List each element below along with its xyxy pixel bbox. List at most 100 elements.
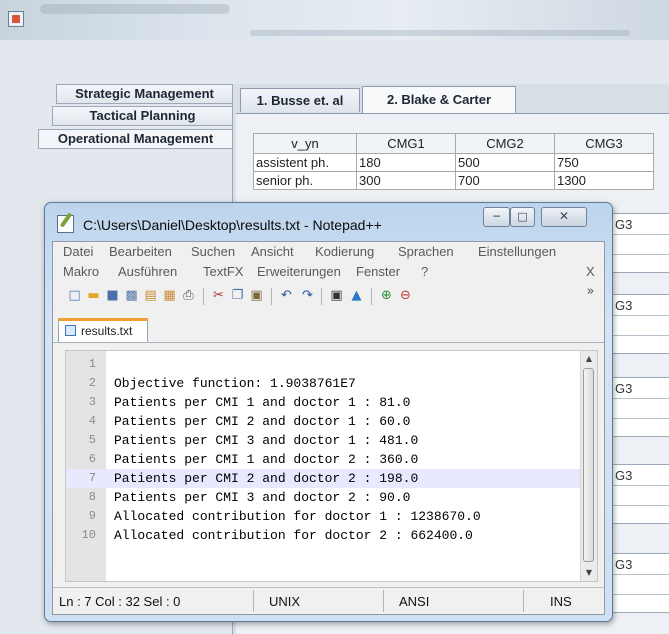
menu-einstellungen[interactable]: Einstellungen xyxy=(478,244,556,259)
tab-blake-carter[interactable]: 2. Blake & Carter xyxy=(362,86,516,114)
table-cell[interactable]: 700 xyxy=(455,171,555,190)
menu-datei[interactable]: Datei xyxy=(63,244,93,259)
vertical-scrollbar[interactable]: ▲ ▼ xyxy=(580,351,597,581)
background-table-label: G3 xyxy=(615,298,633,313)
text-editor[interactable]: 1 2 Objective function: 1.9038761E7 3 Pati… xyxy=(65,350,598,582)
menu-bearbeiten[interactable]: Bearbeiten xyxy=(109,244,172,259)
replace-icon[interactable]: ▲ xyxy=(349,288,364,303)
line-text: Patients per CMI 2 and doctor 1 : 60.0 xyxy=(114,414,411,429)
tab-busse-et-al[interactable]: 1. Busse et. al xyxy=(240,88,360,112)
tab-operational-management[interactable]: Operational Management xyxy=(38,129,232,149)
line-number: 2 xyxy=(88,376,96,390)
line-number: 8 xyxy=(88,490,96,504)
line-number: 6 xyxy=(88,452,96,466)
redo-icon[interactable]: ↷ xyxy=(300,288,315,303)
line-number: 1 xyxy=(88,357,96,371)
open-file-icon[interactable]: ▬ xyxy=(86,288,101,303)
new-file-icon[interactable]: □ xyxy=(67,288,82,303)
menu-kodierung[interactable]: Kodierung xyxy=(315,244,374,259)
blurred-title-gradient xyxy=(250,30,630,36)
cursor-position: Ln : 7 Col : 32 Sel : 0 xyxy=(59,594,181,609)
editor-line: 10 Allocated contribution for doctor 2 : … xyxy=(66,526,580,545)
save-all-icon[interactable]: ▩ xyxy=(124,288,139,303)
table-cell[interactable]: 180 xyxy=(356,153,456,172)
menu-bar: Datei Bearbeiten Suchen Ansicht Kodierun… xyxy=(53,242,604,282)
toolbar-separator xyxy=(321,288,322,305)
status-divider xyxy=(523,590,524,612)
table-cell[interactable]: 750 xyxy=(554,153,654,172)
editor-line: 3 Patients per CMI 1 and doctor 1 : 81.0 xyxy=(66,393,580,412)
toolbar-separator xyxy=(203,288,204,305)
tab-strategic-management[interactable]: Strategic Management xyxy=(56,84,232,104)
line-text: Patients per CMI 3 and doctor 2 : 90.0 xyxy=(114,490,411,505)
table-cell[interactable]: 1300 xyxy=(554,171,654,190)
table-row: assistent ph. 180 500 750 xyxy=(253,153,654,172)
tab-tactical-planning[interactable]: Tactical Planning xyxy=(52,106,232,126)
close-button[interactable]: ✕ xyxy=(541,207,587,227)
find-icon[interactable]: ▣ xyxy=(329,288,344,303)
save-icon[interactable]: ■ xyxy=(105,288,120,303)
print-icon[interactable]: ⎙ xyxy=(181,288,196,303)
scroll-up-icon[interactable]: ▲ xyxy=(581,351,597,367)
menu-sprachen[interactable]: Sprachen xyxy=(398,244,454,259)
minimize-button[interactable]: ─ xyxy=(483,207,510,227)
document-tab-results[interactable]: results.txt xyxy=(58,318,148,342)
line-text: Allocated contribution for doctor 2 : 66… xyxy=(114,528,473,543)
editor-line: 2 Objective function: 1.9038761E7 xyxy=(66,374,580,393)
table-cell[interactable]: senior ph. xyxy=(253,171,357,190)
zoom-out-icon[interactable]: ⊖ xyxy=(398,288,413,303)
copy-icon[interactable]: ❐ xyxy=(230,288,245,303)
toolbar-overflow-icon[interactable]: » xyxy=(583,284,598,299)
line-number: 7 xyxy=(88,471,96,485)
menu-ansicht[interactable]: Ansicht xyxy=(251,244,294,259)
document-tab-label: results.txt xyxy=(81,324,133,338)
background-table-label: G3 xyxy=(615,468,633,483)
file-icon xyxy=(65,325,76,336)
menu-textfx[interactable]: TextFX xyxy=(203,264,243,279)
table-cell[interactable]: 300 xyxy=(356,171,456,190)
editor-line: 4 Patients per CMI 2 and doctor 1 : 60.0 xyxy=(66,412,580,431)
line-text: Patients per CMI 3 and doctor 1 : 481.0 xyxy=(114,433,419,448)
eol-format: UNIX xyxy=(269,594,301,609)
toolbar-separator xyxy=(271,288,272,305)
encoding: ANSI xyxy=(399,594,430,609)
menu-makro[interactable]: Makro xyxy=(63,264,99,279)
notepad-window: C:\Users\Daniel\Desktop\results.txt - No… xyxy=(44,202,613,622)
scroll-thumb[interactable] xyxy=(583,368,594,562)
menu-ausfuehren[interactable]: Ausführen xyxy=(118,264,177,279)
line-text: Patients per CMI 1 and doctor 2 : 360.0 xyxy=(114,452,419,467)
table-row: senior ph. 300 700 1300 xyxy=(253,171,654,190)
table-cell[interactable]: 500 xyxy=(455,153,555,172)
column-header: CMG1 xyxy=(356,133,456,154)
menu-erweiterungen[interactable]: Erweiterungen xyxy=(257,264,341,279)
close-document-x[interactable]: X xyxy=(586,264,595,279)
background-table-label: G3 xyxy=(615,557,633,572)
menu-fenster[interactable]: Fenster xyxy=(356,264,400,279)
close-file-icon[interactable]: ▤ xyxy=(143,288,158,303)
toolbar: □ ▬ ■ ▩ ▤ ▦ ⎙ ✂ ❐ ▣ ↶ ↷ ▣ ▲ ⊕ ⊖ » xyxy=(53,282,604,310)
line-text: Objective function: 1.9038761E7 xyxy=(114,376,356,391)
editor-line: 9 Allocated contribution for doctor 1 : 1… xyxy=(66,507,580,526)
menu-suchen[interactable]: Suchen xyxy=(191,244,235,259)
editor-line: 8 Patients per CMI 3 and doctor 2 : 90.0 xyxy=(66,488,580,507)
zoom-in-icon[interactable]: ⊕ xyxy=(379,288,394,303)
line-text: Allocated contribution for doctor 1 : 12… xyxy=(114,509,481,524)
line-number: 10 xyxy=(81,528,96,542)
line-number: 4 xyxy=(88,414,96,428)
background-table-label: G3 xyxy=(615,381,633,396)
table-header-row: v_yn CMG1 CMG2 CMG3 xyxy=(253,133,654,154)
window-title: C:\Users\Daniel\Desktop\results.txt - No… xyxy=(83,217,382,233)
paste-icon[interactable]: ▣ xyxy=(249,288,264,303)
table-cell[interactable]: assistent ph. xyxy=(253,153,357,172)
line-number: 9 xyxy=(88,509,96,523)
v-yn-table: v_yn CMG1 CMG2 CMG3 assistent ph. 180 50… xyxy=(253,133,654,190)
cut-icon[interactable]: ✂ xyxy=(211,288,226,303)
insert-mode: INS xyxy=(550,594,572,609)
document-tab-row: results.txt xyxy=(53,316,604,343)
menu-help[interactable]: ? xyxy=(421,264,428,279)
maximize-button[interactable]: □ xyxy=(510,207,535,227)
editor-line: 6 Patients per CMI 1 and doctor 2 : 360.0 xyxy=(66,450,580,469)
close-all-icon[interactable]: ▦ xyxy=(162,288,177,303)
scroll-down-icon[interactable]: ▼ xyxy=(581,565,597,581)
undo-icon[interactable]: ↶ xyxy=(279,288,294,303)
